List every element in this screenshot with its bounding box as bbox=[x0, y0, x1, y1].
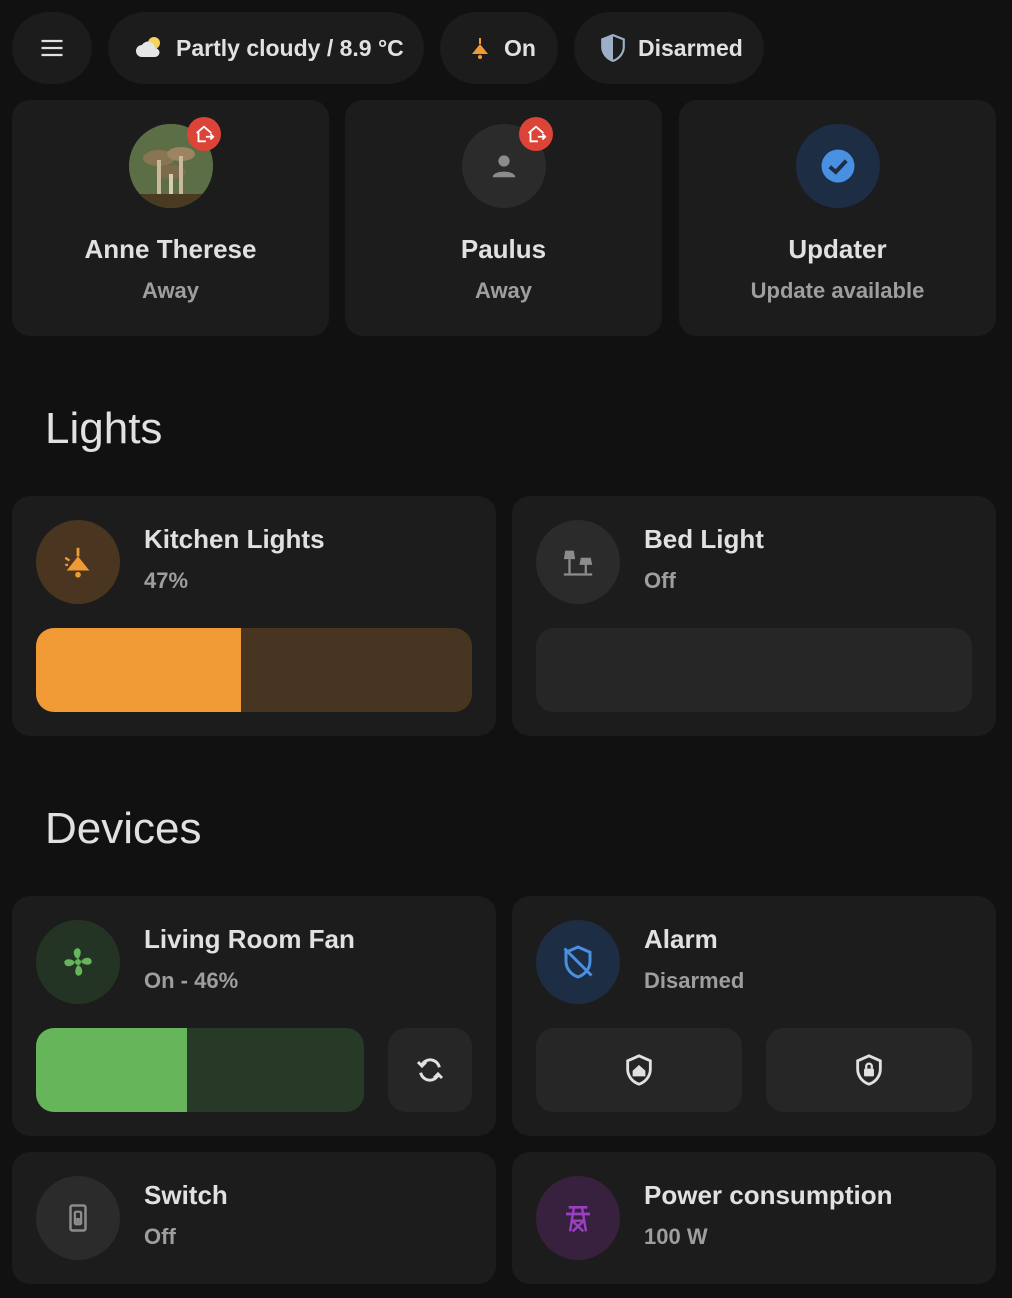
power-state: 100 W bbox=[644, 1224, 708, 1249]
partly-cloudy-icon bbox=[136, 37, 160, 57]
weather-chip[interactable]: Partly cloudy / 8.9 °C bbox=[108, 12, 424, 84]
bed-light-icon-button[interactable] bbox=[536, 520, 620, 604]
menu-icon bbox=[41, 39, 63, 57]
power-consumption-card[interactable]: Power consumption 100 W bbox=[512, 1152, 996, 1284]
switch-state: Off bbox=[144, 1224, 176, 1249]
lights-on-label: On bbox=[504, 34, 536, 61]
kitchen-lights-icon-button[interactable] bbox=[36, 520, 120, 604]
switch-card[interactable]: Switch Off bbox=[12, 1152, 496, 1284]
check-circle-icon bbox=[821, 149, 854, 183]
power-name: Power consumption bbox=[644, 1180, 893, 1210]
sync-icon bbox=[416, 1058, 444, 1082]
shield-lock-icon bbox=[856, 1054, 882, 1086]
fan-state: On - 46% bbox=[144, 968, 239, 993]
kitchen-lights-name: Kitchen Lights bbox=[144, 524, 325, 554]
ceiling-light-icon bbox=[64, 547, 90, 578]
arm-away-button[interactable] bbox=[766, 1028, 972, 1112]
alarm-state: Disarmed bbox=[644, 968, 745, 993]
switch-name: Switch bbox=[144, 1180, 228, 1210]
fan-icon-button[interactable] bbox=[36, 920, 120, 1004]
person-state: Away bbox=[141, 278, 200, 303]
updater-avatar bbox=[795, 124, 880, 208]
bed-light-name: Bed Light bbox=[644, 524, 764, 554]
home-export-icon bbox=[528, 125, 547, 143]
person-state: Away bbox=[474, 278, 533, 303]
shield-off-icon bbox=[563, 945, 593, 979]
devices-section-title: Devices bbox=[45, 804, 202, 853]
person-name: Anne Therese bbox=[84, 234, 257, 264]
updater-name: Updater bbox=[788, 234, 887, 264]
kitchen-lights-brightness-slider[interactable] bbox=[36, 628, 472, 712]
power-icon-button[interactable] bbox=[536, 1176, 620, 1260]
shield-home-icon bbox=[626, 1054, 652, 1086]
bed-light-state: Off bbox=[644, 568, 676, 593]
fan-speed-fill bbox=[36, 1028, 187, 1112]
lights-section-title: Lights bbox=[45, 404, 163, 453]
arm-home-button[interactable] bbox=[536, 1028, 742, 1112]
fan-icon bbox=[64, 948, 92, 976]
menu-button[interactable] bbox=[12, 12, 92, 84]
away-badge bbox=[187, 117, 221, 151]
updater-state: Update available bbox=[750, 278, 925, 303]
living-room-fan-card[interactable]: Living Room Fan On - 46% bbox=[12, 896, 496, 1136]
shield-half-icon bbox=[601, 34, 625, 62]
bed-light-card[interactable]: Bed Light Off bbox=[512, 496, 996, 736]
person-icon bbox=[492, 155, 515, 178]
person-card-anne[interactable]: Anne Therese Away bbox=[12, 100, 329, 336]
alarm-icon-button[interactable] bbox=[536, 920, 620, 1004]
alarm-chip[interactable]: Disarmed bbox=[574, 12, 764, 84]
bed-light-brightness-slider[interactable] bbox=[536, 628, 972, 712]
alarm-status-label: Disarmed bbox=[638, 34, 743, 61]
person-name: Paulus bbox=[460, 234, 547, 264]
weather-label: Partly cloudy / 8.9 °C bbox=[176, 34, 404, 61]
updater-card[interactable]: Updater Update available bbox=[679, 100, 996, 336]
home-export-icon bbox=[196, 125, 215, 143]
fan-speed-slider[interactable] bbox=[36, 1028, 364, 1112]
kitchen-lights-card[interactable]: Kitchen Lights 47% bbox=[12, 496, 496, 736]
fan-name: Living Room Fan bbox=[144, 924, 355, 954]
kitchen-lights-brightness-fill bbox=[36, 628, 241, 712]
alarm-card[interactable]: Alarm Disarmed bbox=[512, 896, 996, 1136]
kitchen-lights-state: 47% bbox=[144, 568, 189, 593]
away-badge bbox=[519, 117, 553, 151]
lamps-icon bbox=[563, 550, 593, 576]
switch-icon-button[interactable] bbox=[36, 1176, 120, 1260]
transmission-tower-icon bbox=[566, 1206, 590, 1233]
light-switch-icon bbox=[69, 1204, 87, 1232]
alarm-name: Alarm bbox=[644, 924, 718, 954]
person-card-paulus[interactable]: Paulus Away bbox=[345, 100, 662, 336]
lights-on-chip[interactable]: On bbox=[440, 12, 558, 84]
fan-oscillate-button[interactable] bbox=[388, 1028, 472, 1112]
ceiling-light-icon bbox=[472, 38, 488, 59]
